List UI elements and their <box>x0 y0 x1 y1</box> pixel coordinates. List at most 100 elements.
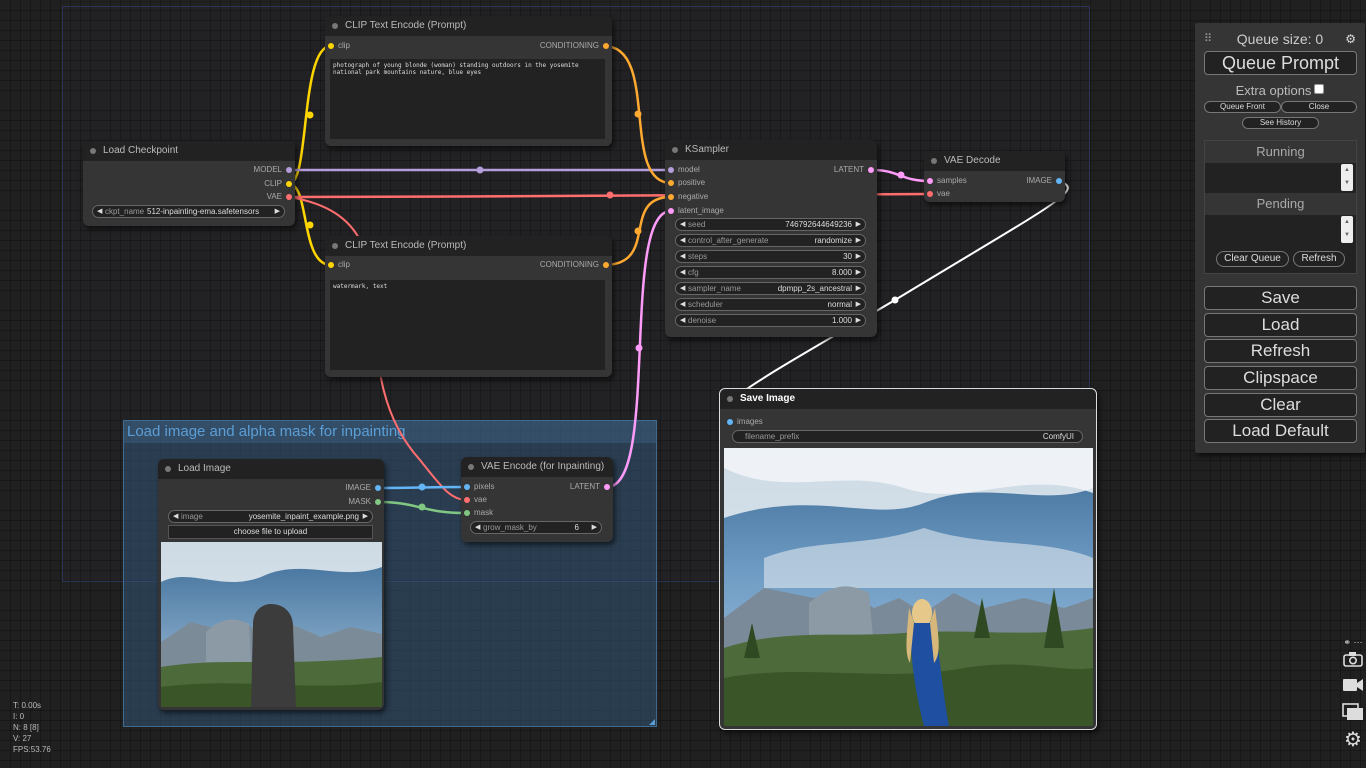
denoise-widget[interactable]: ◀ denoise 1.000 ▶ <box>675 314 866 327</box>
decrement-arrow-icon[interactable]: ◀ <box>680 299 685 310</box>
queue-prompt-button[interactable]: Queue Prompt <box>1204 51 1357 75</box>
clip-input[interactable]: clip <box>328 41 350 51</box>
scroll-down-icon[interactable]: ▼ <box>1341 177 1353 190</box>
collapse-dot[interactable] <box>332 243 338 249</box>
input-image-preview[interactable] <box>161 542 382 707</box>
vae-encode-inpaint-node[interactable]: VAE Encode (for Inpainting) pixels vae m… <box>461 457 613 542</box>
ksampler-node[interactable]: KSampler model positive negative latent_… <box>665 140 877 337</box>
latent-output[interactable]: LATENT <box>834 165 874 175</box>
image-combo[interactable]: ◀ image yosemite_inpaint_example.png ▶ <box>168 510 373 523</box>
decrement-arrow-icon[interactable]: ◀ <box>475 522 480 533</box>
clear-queue-button[interactable]: Clear Queue <box>1216 251 1289 267</box>
clear-button[interactable]: Clear <box>1204 393 1357 417</box>
conditioning-output[interactable]: CONDITIONING <box>540 260 609 270</box>
vae-decode-node[interactable]: VAE Decode samples vae IMAGE <box>924 151 1065 202</box>
mask-input[interactable]: mask <box>464 508 493 518</box>
increment-arrow-icon[interactable]: ▶ <box>856 219 861 230</box>
vae-input[interactable]: vae <box>927 189 950 199</box>
decrement-arrow-icon[interactable]: ◀ <box>680 283 685 294</box>
ckpt-name-combo[interactable]: ◀ ckpt_name 512-inpainting-ema.safetenso… <box>92 205 285 218</box>
settings-icon[interactable]: ⚙ <box>1340 729 1366 755</box>
increment-arrow-icon[interactable]: ▶ <box>363 511 368 522</box>
collapse-dot[interactable] <box>468 464 474 470</box>
gear-icon[interactable]: ⚙ <box>1345 32 1356 46</box>
queue-front-button[interactable]: Queue Front <box>1204 101 1281 113</box>
node-title[interactable]: KSampler <box>665 140 877 160</box>
scroll-down-icon[interactable]: ▼ <box>1341 229 1353 242</box>
load-checkpoint-node[interactable]: Load Checkpoint MODEL CLIP VAE ◀ ckpt_na… <box>83 141 295 226</box>
running-scrollbar[interactable]: ▲ ▼ <box>1341 164 1353 191</box>
increment-arrow-icon[interactable]: ▶ <box>856 299 861 310</box>
node-title[interactable]: CLIP Text Encode (Prompt) <box>325 16 612 36</box>
increment-arrow-icon[interactable]: ▶ <box>592 522 597 533</box>
latent-output[interactable]: LATENT <box>570 482 610 492</box>
model-input[interactable]: model <box>668 165 700 175</box>
pixels-input[interactable]: pixels <box>464 482 494 492</box>
scroll-up-icon[interactable]: ▲ <box>1341 216 1353 229</box>
video-icon[interactable] <box>1340 677 1366 703</box>
decrement-arrow-icon[interactable]: ◀ <box>680 251 685 262</box>
collapse-dot[interactable] <box>165 466 171 472</box>
prompt-textarea[interactable]: photograph of young blonde (woman) stand… <box>330 59 605 139</box>
load-default-button[interactable]: Load Default <box>1204 419 1357 443</box>
node-title[interactable]: Load Checkpoint <box>83 141 295 161</box>
save-button[interactable]: Save <box>1204 286 1357 310</box>
grow-mask-by-widget[interactable]: ◀ grow_mask_by 6 ▶ <box>470 521 602 534</box>
seed-widget[interactable]: ◀ seed 746792644649236 ▶ <box>675 218 866 231</box>
collapse-dot[interactable] <box>931 158 937 164</box>
collapse-dot[interactable] <box>332 23 338 29</box>
vae-output[interactable]: VAE <box>267 192 292 202</box>
increment-arrow-icon[interactable]: ▶ <box>856 251 861 262</box>
vae-input[interactable]: vae <box>464 495 487 505</box>
node-title[interactable]: CLIP Text Encode (Prompt) <box>325 236 612 256</box>
negative-input[interactable]: negative <box>668 192 708 202</box>
increment-arrow-icon[interactable]: ▶ <box>856 315 861 326</box>
control-after-generate-widget[interactable]: ◀ control_after_generate randomize ▶ <box>675 234 866 247</box>
mask-output[interactable]: MASK <box>348 497 381 507</box>
load-button[interactable]: Load <box>1204 313 1357 337</box>
output-image-preview[interactable] <box>724 448 1093 726</box>
latent-image-input[interactable]: latent_image <box>668 206 724 216</box>
filename-prefix-widget[interactable]: filename_prefix ComfyUI <box>732 430 1083 443</box>
increment-arrow-icon[interactable]: ▶ <box>856 267 861 278</box>
camera-icon[interactable] <box>1340 651 1366 677</box>
increment-arrow-icon[interactable]: ▶ <box>275 206 280 217</box>
scheduler-widget[interactable]: ◀ scheduler normal ▶ <box>675 298 866 311</box>
image-output[interactable]: IMAGE <box>345 483 381 493</box>
samples-input[interactable]: samples <box>927 176 967 186</box>
node-title[interactable]: VAE Encode (for Inpainting) <box>461 457 613 477</box>
refresh-button[interactable]: Refresh <box>1204 339 1357 363</box>
model-output[interactable]: MODEL <box>254 165 292 175</box>
decrement-arrow-icon[interactable]: ◀ <box>680 235 685 246</box>
collapse-dot[interactable] <box>672 147 678 153</box>
collapse-dot[interactable] <box>727 396 733 402</box>
upload-button[interactable]: choose file to upload <box>168 525 373 539</box>
sampler-name-widget[interactable]: ◀ sampler_name dpmpp_2s_ancestral ▶ <box>675 282 866 295</box>
pending-scrollbar[interactable]: ▲ ▼ <box>1341 216 1353 243</box>
clip-text-encode-positive-node[interactable]: CLIP Text Encode (Prompt) clip CONDITION… <box>325 16 612 146</box>
cfg-widget[interactable]: ◀ cfg 8.000 ▶ <box>675 266 866 279</box>
image-output[interactable]: IMAGE <box>1026 176 1062 186</box>
node-title[interactable]: Load Image <box>158 459 384 479</box>
conditioning-output[interactable]: CONDITIONING <box>540 41 609 51</box>
load-image-node[interactable]: Load Image IMAGE MASK ◀ image yosemite_i… <box>158 459 384 710</box>
node-canvas[interactable]: Load image and alpha mask for inpainting <box>0 0 1366 768</box>
clip-input[interactable]: clip <box>328 260 350 270</box>
steps-widget[interactable]: ◀ steps 30 ▶ <box>675 250 866 263</box>
clip-output[interactable]: CLIP <box>264 179 292 189</box>
node-title[interactable]: Save Image <box>720 389 1096 409</box>
images-input[interactable]: images <box>727 417 763 427</box>
decrement-arrow-icon[interactable]: ◀ <box>680 219 685 230</box>
save-image-node[interactable]: Save Image images filename_prefix ComfyU… <box>719 388 1097 730</box>
scroll-up-icon[interactable]: ▲ <box>1341 164 1353 177</box>
share-icon[interactable]: ⚭ ··· <box>1340 637 1366 651</box>
clip-text-encode-negative-node[interactable]: CLIP Text Encode (Prompt) clip CONDITION… <box>325 236 612 377</box>
clipspace-button[interactable]: Clipspace <box>1204 366 1357 390</box>
collapse-dot[interactable] <box>90 148 96 154</box>
increment-arrow-icon[interactable]: ▶ <box>856 283 861 294</box>
refresh-queue-button[interactable]: Refresh <box>1293 251 1345 267</box>
decrement-arrow-icon[interactable]: ◀ <box>680 315 685 326</box>
extra-options-checkbox[interactable] <box>1314 84 1325 94</box>
node-title[interactable]: VAE Decode <box>924 151 1065 171</box>
decrement-arrow-icon[interactable]: ◀ <box>680 267 685 278</box>
